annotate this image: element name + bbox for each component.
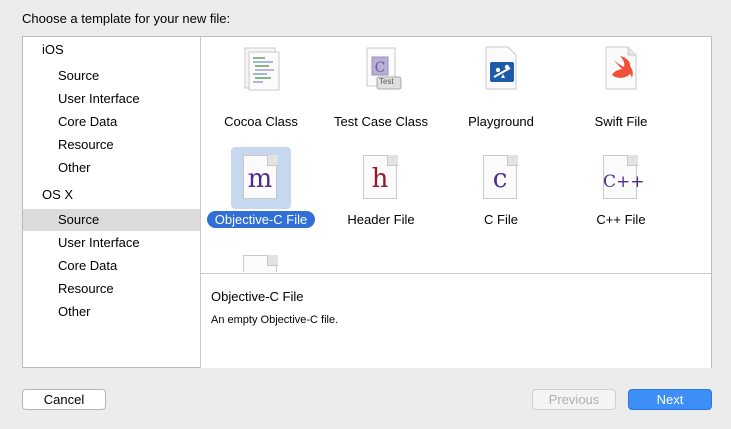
file-letter: C++	[603, 172, 645, 192]
template-label: C++ File	[596, 212, 646, 227]
template-label: C File	[484, 212, 518, 227]
prompt-text: Choose a template for your new file:	[22, 11, 231, 26]
template-label: Header File	[347, 212, 415, 227]
template-label: Objective-C File	[206, 211, 316, 228]
template-label: Cocoa Class	[224, 114, 298, 129]
description-title: Objective-C File	[211, 289, 304, 304]
test-case-class-icon: C Test	[363, 45, 402, 91]
next-button[interactable]: Next	[628, 389, 712, 410]
header-file-icon: h	[363, 155, 399, 201]
playground-icon	[483, 45, 519, 91]
template-label: Playground	[468, 114, 534, 129]
sidebar-item-osx-source[interactable]: Source	[23, 209, 200, 231]
platform-sidebar: iOS Source User Interface Core Data Reso…	[23, 37, 201, 367]
selection-highlight: m	[231, 147, 291, 209]
template-swift-file[interactable]: Swift File	[561, 37, 681, 130]
template-description: Objective-C File An empty Objective-C fi…	[201, 273, 711, 368]
template-chooser: iOS Source User Interface Core Data Reso…	[22, 36, 712, 368]
file-letter: m	[247, 164, 273, 194]
template-label: Swift File	[594, 114, 648, 129]
sidebar-item-osx-user-interface[interactable]: User Interface	[23, 232, 200, 254]
file-letter: h	[371, 164, 389, 194]
cancel-button[interactable]: Cancel	[22, 389, 106, 410]
sidebar-group-osx[interactable]: OS X	[23, 184, 219, 206]
template-cpp-file[interactable]: C++ C++ File	[561, 147, 681, 228]
template-grid: Cocoa Class C Test Test Case Class Playg…	[201, 37, 711, 272]
sidebar-item-ios-user-interface[interactable]: User Interface	[23, 88, 200, 110]
template-label: Test Case Class	[334, 114, 428, 129]
c-file-icon: c	[483, 155, 519, 201]
sidebar-item-osx-resource[interactable]: Resource	[23, 278, 200, 300]
sidebar-item-osx-other[interactable]: Other	[23, 301, 200, 323]
sidebar-item-ios-resource[interactable]: Resource	[23, 134, 200, 156]
template-c-file[interactable]: c C File	[441, 147, 561, 228]
svg-text:C: C	[375, 60, 386, 76]
file-letter: c	[492, 164, 508, 194]
sidebar-item-ios-source[interactable]: Source	[23, 65, 200, 87]
file-icon	[243, 255, 279, 272]
sidebar-item-ios-other[interactable]: Other	[23, 157, 200, 179]
template-partial-row[interactable]	[201, 255, 321, 272]
objective-c-file-icon: m	[243, 155, 279, 201]
sidebar-group-ios[interactable]: iOS	[23, 39, 219, 61]
template-header-file[interactable]: h Header File	[321, 147, 441, 228]
previous-button[interactable]: Previous	[532, 389, 616, 410]
template-objective-c-file[interactable]: m Objective-C File	[201, 147, 321, 228]
description-text: An empty Objective-C file.	[211, 314, 339, 326]
sidebar-item-osx-core-data[interactable]: Core Data	[23, 255, 200, 277]
template-test-case-class[interactable]: C Test Test Case Class	[321, 37, 441, 130]
swift-file-icon	[603, 45, 639, 91]
test-badge: Test	[379, 77, 394, 86]
cocoa-class-icon	[243, 45, 280, 91]
sidebar-item-ios-core-data[interactable]: Core Data	[23, 111, 200, 133]
template-playground[interactable]: Playground	[441, 37, 561, 130]
template-cocoa-class[interactable]: Cocoa Class	[201, 37, 321, 130]
cpp-file-icon: C++	[603, 155, 645, 201]
